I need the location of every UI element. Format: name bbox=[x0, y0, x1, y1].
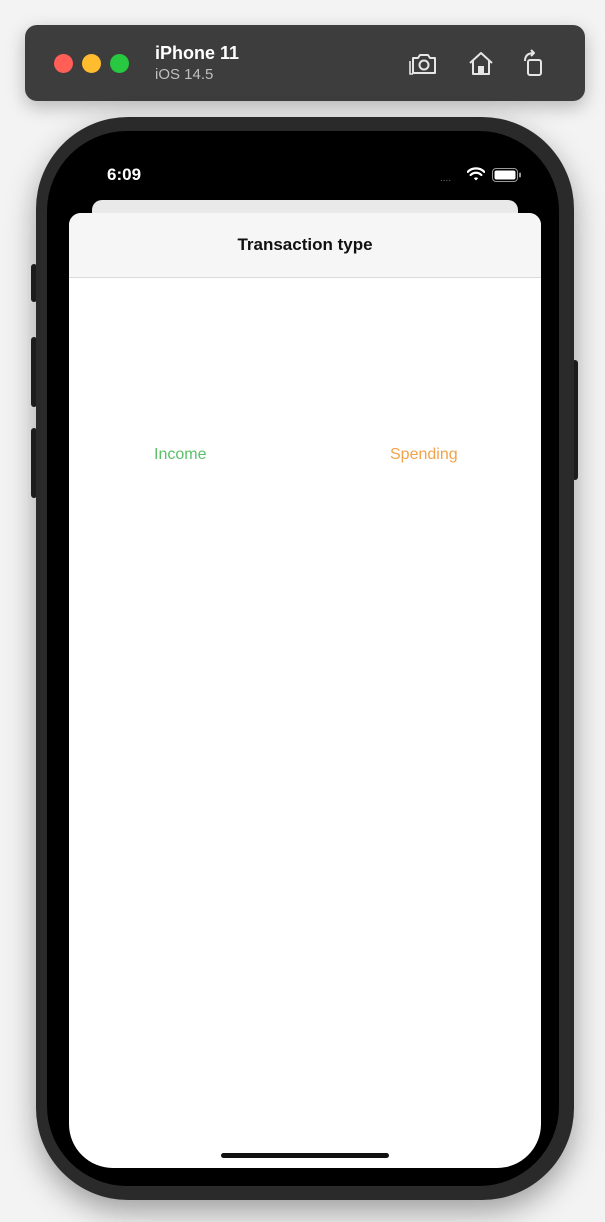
signal-icon: .... bbox=[440, 173, 452, 184]
os-version: iOS 14.5 bbox=[155, 66, 214, 83]
battery-icon bbox=[492, 168, 521, 182]
income-option[interactable]: Income bbox=[154, 445, 206, 465]
home-icon[interactable] bbox=[466, 49, 496, 79]
close-window-button[interactable] bbox=[54, 54, 73, 73]
zoom-window-button[interactable] bbox=[110, 54, 129, 73]
sheet-header: Transaction type bbox=[69, 213, 541, 278]
status-time: 6:09 bbox=[107, 165, 142, 184]
home-indicator[interactable] bbox=[221, 1153, 389, 1158]
sheet-title: Transaction type bbox=[237, 235, 373, 254]
rotate-icon[interactable] bbox=[519, 49, 549, 79]
wifi-icon bbox=[467, 167, 485, 181]
simulator-stage: iPhone 11 iOS 14.5 6:09 .... Transaction… bbox=[0, 0, 605, 1222]
status-icons: .... bbox=[440, 166, 524, 184]
transaction-type-sheet: Transaction type Income Spending bbox=[69, 213, 541, 1168]
screenshot-icon[interactable] bbox=[409, 49, 439, 79]
spending-option[interactable]: Spending bbox=[390, 445, 458, 465]
simulator-toolbar: iPhone 11 iOS 14.5 bbox=[25, 25, 585, 101]
device-name: iPhone 11 bbox=[155, 43, 240, 63]
minimize-window-button[interactable] bbox=[82, 54, 101, 73]
